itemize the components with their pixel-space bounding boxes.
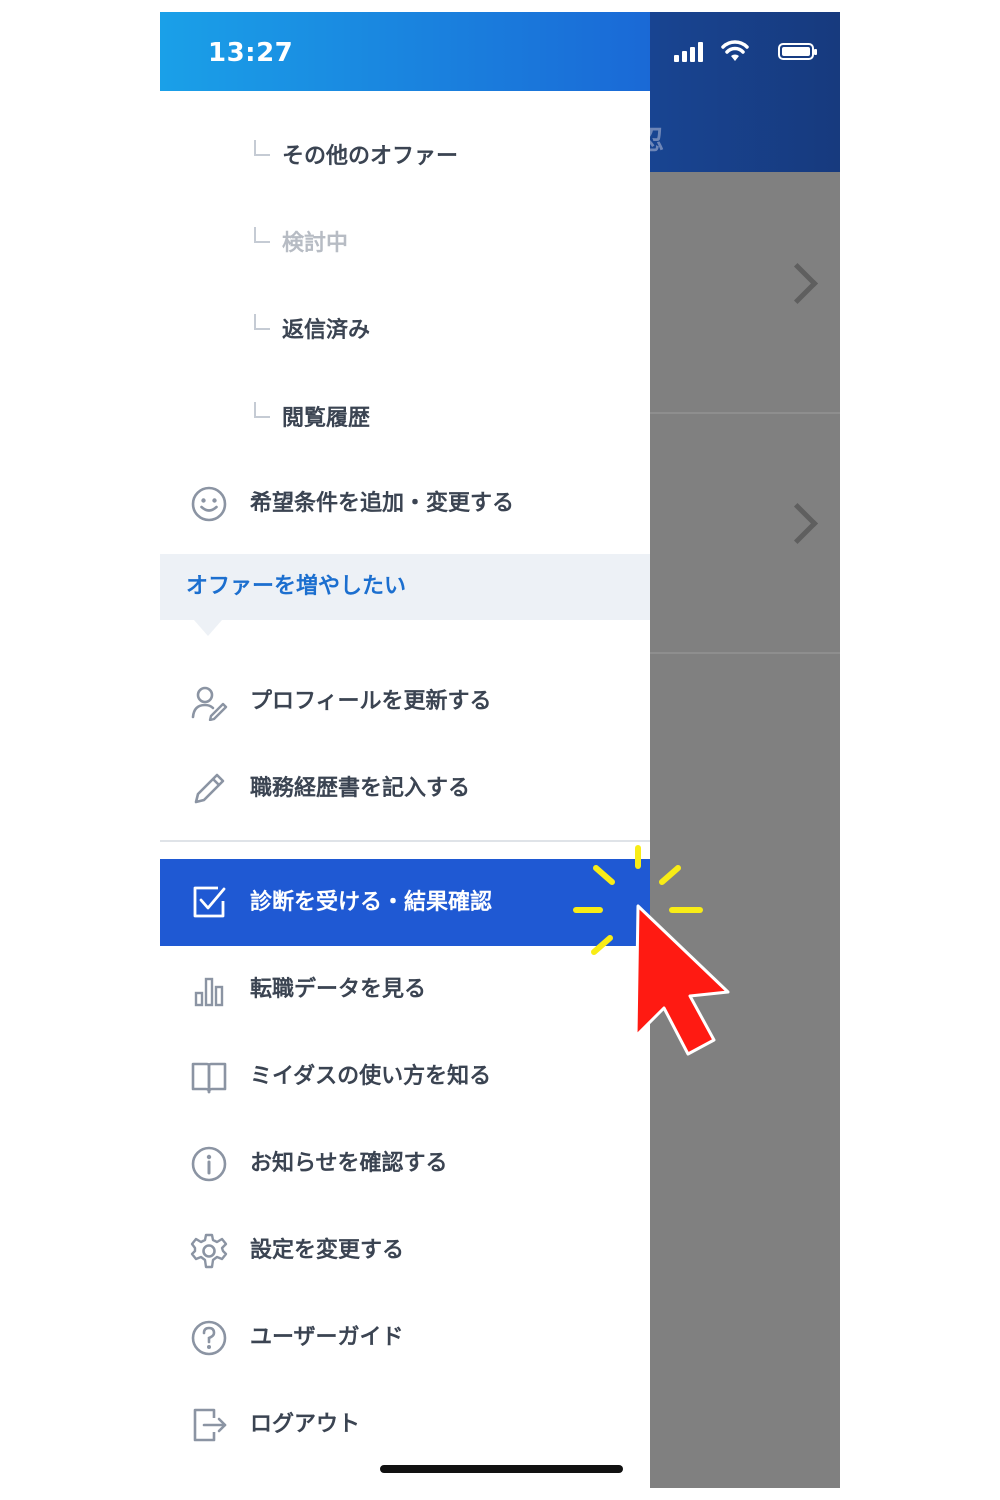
cursor-arrow-icon	[634, 904, 730, 1056]
menu-item-logout[interactable]: ログアウト	[160, 1390, 650, 1460]
menu-item-label: 設定を変更する	[250, 1238, 405, 1263]
sub-item-label: 検討中	[282, 231, 349, 256]
sub-item-replied[interactable]: 返信済み	[254, 303, 634, 353]
tree-branch-icon	[254, 314, 270, 330]
info-icon	[190, 1145, 228, 1183]
bar-chart-icon	[190, 971, 228, 1009]
menu-item-label: プロフィールを更新する	[250, 689, 492, 714]
menu-item-label: 転職データを見る	[250, 977, 427, 1002]
menu-item-settings[interactable]: 設定を変更する	[160, 1216, 650, 1286]
status-icons	[674, 40, 817, 62]
sub-item-view-history[interactable]: 閲覧履歴	[254, 391, 634, 441]
smiley-icon	[190, 485, 228, 523]
section-header-label: オファーを増やしたい	[186, 574, 407, 599]
sub-item-label: 閲覧履歴	[282, 406, 371, 431]
menu-item-preferences[interactable]: 希望条件を追加・変更する	[160, 469, 650, 539]
book-icon	[190, 1058, 228, 1096]
help-icon	[190, 1319, 228, 1357]
navigation-drawer: その他のオファー 検討中 返信済み 閲覧履歴 希望条件を追加・変更する オファー…	[160, 91, 650, 1488]
background-list-row[interactable]	[650, 172, 840, 414]
status-time: 13:27	[208, 38, 294, 68]
menu-item-work-history[interactable]: 職務経歴書を記入する	[160, 754, 650, 824]
menu-item-label: ログアウト	[250, 1412, 361, 1437]
sub-item-label: 返信済み	[282, 318, 371, 343]
tree-branch-icon	[254, 140, 270, 156]
menu-item-label: 職務経歴書を記入する	[250, 776, 471, 801]
checkbox-icon	[190, 883, 228, 921]
menu-item-label: ユーザーガイド	[250, 1325, 404, 1350]
menu-item-label: 希望条件を追加・変更する	[250, 491, 515, 516]
gear-icon	[190, 1232, 228, 1270]
section-header: オファーを増やしたい	[160, 554, 650, 636]
pencil-icon	[190, 770, 228, 808]
menu-item-notifications[interactable]: お知らせを確認する	[160, 1129, 650, 1199]
battery-icon	[778, 43, 817, 60]
chevron-right-icon	[776, 262, 819, 305]
phone-screen: 忍 13:27 その他のオファー 検討中 返信済み 閲覧履歴 希望条件を追加・変…	[160, 12, 840, 1488]
sub-item-label: その他のオファー	[282, 144, 459, 169]
status-bar: 13:27	[160, 12, 650, 91]
wifi-icon	[720, 40, 750, 62]
tap-pointer-annotation	[560, 840, 750, 1070]
sub-item-other-offers[interactable]: その他のオファー	[254, 129, 634, 179]
menu-item-label: 診断を受ける・結果確認	[250, 890, 493, 915]
tree-branch-icon	[254, 402, 270, 418]
home-indicator	[380, 1465, 623, 1473]
menu-item-user-guide[interactable]: ユーザーガイド	[160, 1303, 650, 1373]
tree-branch-icon	[254, 227, 270, 243]
sub-item-considering[interactable]: 検討中	[254, 216, 634, 266]
background-list-row[interactable]	[650, 412, 840, 654]
profile-edit-icon	[190, 683, 228, 721]
chevron-right-icon	[776, 502, 819, 545]
menu-item-label: ミイダスの使い方を知る	[250, 1064, 492, 1089]
menu-item-update-profile[interactable]: プロフィールを更新する	[160, 667, 650, 737]
menu-item-label: お知らせを確認する	[250, 1151, 448, 1176]
logout-icon	[190, 1406, 228, 1444]
signal-icon	[674, 40, 706, 62]
